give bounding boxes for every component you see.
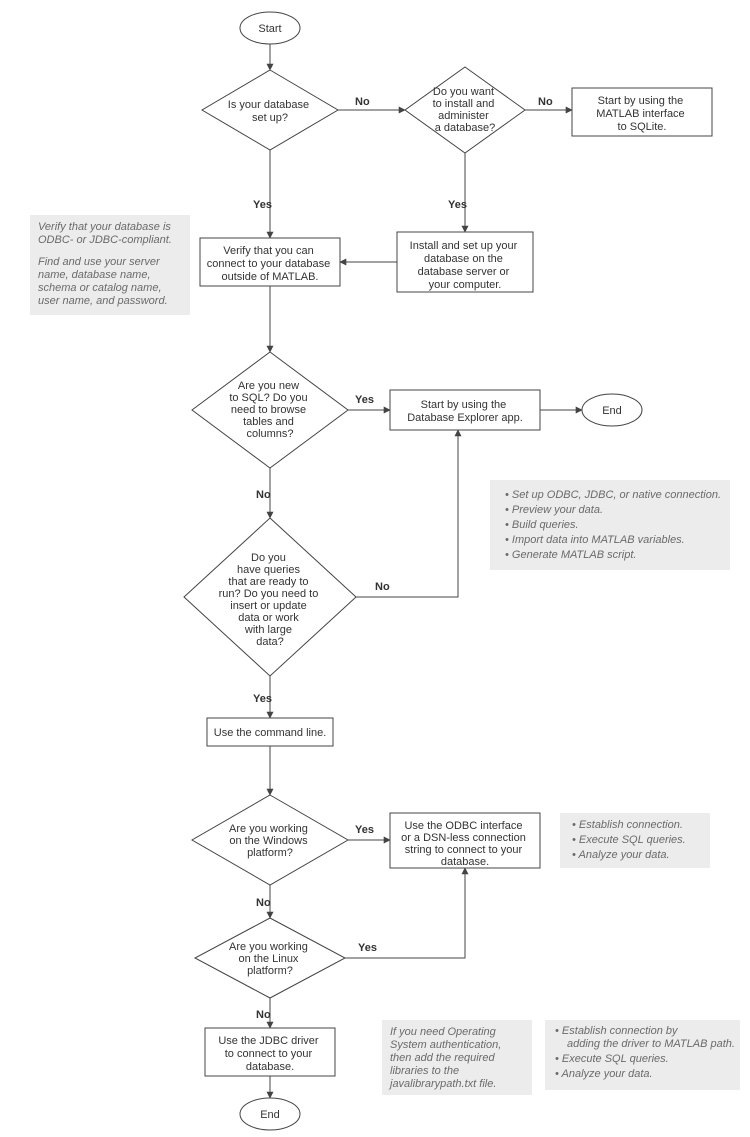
label-no: No <box>375 581 390 593</box>
process-db-explorer-text: Start by using the Database Explorer app… <box>407 399 523 424</box>
process-verify-connect-text: Verify that you can connect to your data… <box>207 245 334 283</box>
label-no: No <box>355 96 370 108</box>
label-yes: Yes <box>358 942 377 954</box>
terminal-end-label: End <box>260 1109 280 1121</box>
note-verify-text: Verify that your database is ODBC- or JD… <box>38 221 175 307</box>
label-no: No <box>256 897 271 909</box>
label-yes: Yes <box>253 693 272 705</box>
label-yes: Yes <box>253 199 272 211</box>
label-yes: Yes <box>355 394 374 406</box>
label-yes: Yes <box>355 824 374 836</box>
label-no: No <box>538 96 553 108</box>
label-no: No <box>256 489 271 501</box>
decision-install-admin-text: Do you want to install and administer a … <box>433 86 498 134</box>
terminal-end-explorer-label: End <box>602 405 622 417</box>
terminal-start-label: Start <box>258 23 281 35</box>
process-command-line-text: Use the command line. <box>214 727 327 739</box>
label-no: No <box>256 1009 271 1021</box>
flowchart: Verify that your database is ODBC- or JD… <box>0 0 750 1137</box>
note-os-auth-text: If you need Operating System authenticat… <box>388 1026 504 1090</box>
label-yes: Yes <box>448 199 467 211</box>
